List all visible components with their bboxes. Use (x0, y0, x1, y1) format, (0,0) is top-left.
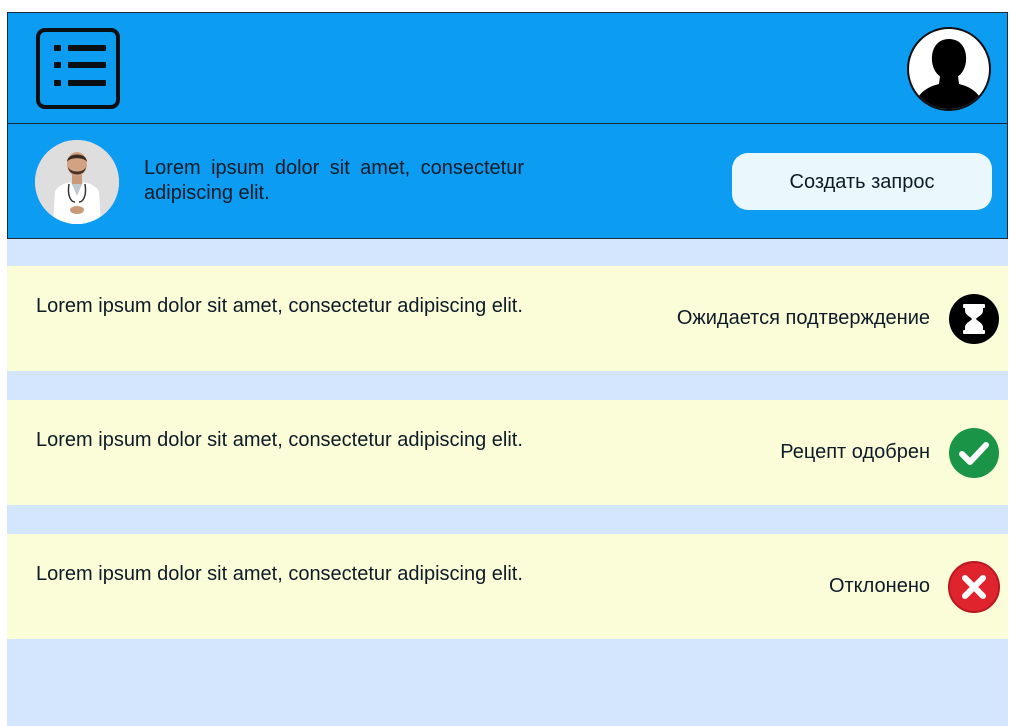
status-label: Отклонено (828, 575, 930, 597)
check-icon (949, 427, 999, 478)
request-text: Lorem ipsum dolor sit amet, consectetur … (36, 295, 523, 317)
profile-description: Lorem ipsum dolor sit amet, consectetur … (144, 157, 524, 204)
menu-list-icon[interactable] (36, 28, 120, 109)
request-status: Рецепт одобрен (780, 400, 1008, 505)
request-text: Lorem ipsum dolor sit amet, consectetur … (36, 563, 523, 585)
profile-bar: Lorem ipsum dolor sit amet, consectetur … (7, 123, 1008, 239)
request-text: Lorem ipsum dolor sit amet, consectetur … (36, 429, 523, 451)
hourglass-icon (949, 293, 999, 344)
request-card[interactable]: Lorem ipsum dolor sit amet, consectetur … (7, 534, 1008, 639)
request-card[interactable]: Lorem ipsum dolor sit amet, consectetur … (7, 400, 1008, 505)
status-label: Рецепт одобрен (780, 441, 930, 463)
request-status: Отклонено (829, 534, 1008, 639)
user-silhouette-icon[interactable] (907, 27, 991, 111)
top-bar (7, 12, 1008, 124)
cross-icon (948, 560, 1000, 613)
request-status: Ожидается подтверждение (677, 266, 1008, 371)
create-request-button[interactable]: Создать запрос (732, 153, 992, 210)
app-frame: Lorem ipsum dolor sit amet, consectetur … (7, 12, 1008, 726)
doctor-avatar (35, 140, 119, 224)
request-card[interactable]: Lorem ipsum dolor sit amet, consectetur … (7, 266, 1008, 371)
status-label: Ожидается подтверждение (676, 307, 930, 329)
